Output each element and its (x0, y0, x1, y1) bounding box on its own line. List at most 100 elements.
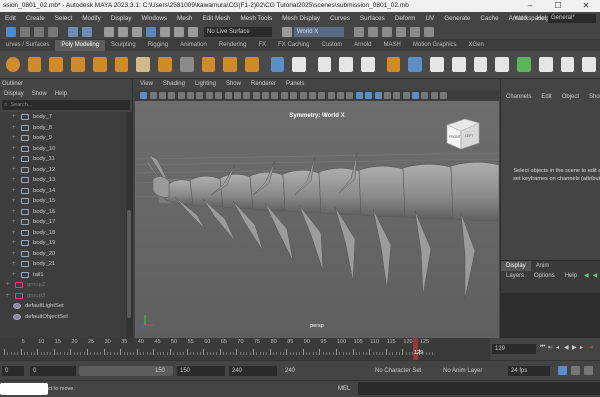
menu-mesh-display[interactable]: Mesh Display (277, 12, 325, 25)
shelf-tab-arnold[interactable]: Arnold (348, 40, 377, 51)
expand-icon[interactable]: + (12, 177, 18, 183)
xray-joints-icon[interactable] (374, 92, 382, 99)
film-gate-icon[interactable] (205, 92, 213, 99)
expand-icon[interactable]: + (12, 209, 18, 215)
safe-title-icon[interactable] (252, 92, 260, 99)
shelf-tab-rigging[interactable]: Rigging (142, 40, 174, 51)
outliner-menu-show[interactable]: Show (28, 89, 51, 99)
backface-culling-icon[interactable] (383, 92, 391, 99)
sweep-mesh-icon[interactable] (201, 57, 216, 72)
symmetry-dropdown[interactable]: World X (294, 27, 344, 37)
textured-icon[interactable] (290, 92, 298, 99)
grid-icon[interactable] (196, 92, 204, 99)
bridge-icon[interactable] (408, 57, 423, 72)
shadows-icon[interactable] (308, 92, 316, 99)
smooth-icon[interactable] (317, 57, 332, 72)
menu-edit-mesh[interactable]: Edit Mesh (197, 12, 235, 25)
outliner-item[interactable]: + group2 (0, 280, 126, 291)
menu-mesh[interactable]: Mesh (172, 12, 197, 25)
expand-icon[interactable]: + (12, 272, 18, 278)
poly-disc-icon[interactable] (136, 57, 151, 72)
multi-cut-icon[interactable] (473, 57, 488, 72)
render-frame-icon[interactable] (368, 27, 378, 37)
outliner-menu-help[interactable]: Help (51, 89, 71, 99)
time-slider-track[interactable]: 5 10 15 20 25 30 35 40 45 50 55 60 65 70 75 80 85 90 95 100… (0, 338, 490, 360)
svg-tool-icon[interactable] (245, 57, 259, 72)
expand-icon[interactable]: + (12, 251, 18, 257)
viewport-menu-show[interactable]: Show (221, 79, 246, 90)
expand-icon[interactable]: + (12, 198, 18, 204)
playback-end-field[interactable]: 150 (177, 366, 225, 376)
outliner-item[interactable]: + body_14 (0, 186, 126, 197)
menu-surfaces[interactable]: Surfaces (355, 12, 390, 25)
go-to-start-icon[interactable]: ⏮ (540, 344, 548, 351)
uv-editor-icon[interactable] (538, 57, 553, 72)
select-object-icon[interactable] (118, 27, 128, 37)
anim-end-field[interactable]: 240 (229, 366, 277, 376)
step-forward-frame-icon[interactable]: ▸ (580, 344, 588, 351)
planar-map-icon[interactable] (560, 57, 575, 72)
snap-point-icon[interactable] (174, 27, 184, 37)
outliner-item[interactable]: + body_12 (0, 165, 126, 176)
outliner-item[interactable]: + body_11 (0, 154, 126, 165)
viewport-settings-icon[interactable] (440, 92, 448, 99)
separate-icon[interactable] (292, 57, 306, 72)
2d-pan-icon[interactable] (177, 92, 185, 99)
type-tool-icon[interactable] (223, 57, 238, 72)
viewcube[interactable]: FRONT LEFT (446, 118, 480, 150)
fps-dropdown[interactable]: 24 fps (508, 366, 550, 376)
select-component-icon[interactable] (132, 27, 142, 37)
smooth-shade-icon[interactable] (271, 92, 279, 99)
menu-modify[interactable]: Modify (77, 12, 106, 25)
outliner-item[interactable]: + tail1 (0, 270, 126, 281)
maximize-icon[interactable]: ☐ (544, 0, 572, 12)
resolution-gate-icon[interactable] (215, 92, 223, 99)
mel-input[interactable] (358, 382, 600, 395)
loop-icon[interactable] (558, 366, 567, 375)
outliner-scrollbar[interactable] (126, 112, 132, 338)
step-back-key-icon[interactable]: ⇤ (548, 344, 556, 351)
snap-grid-icon[interactable] (146, 27, 156, 37)
render-settings-icon[interactable] (396, 27, 406, 37)
insert-edgeloop-icon[interactable] (451, 57, 466, 72)
menu-cache[interactable]: Cache (475, 12, 503, 25)
expand-icon[interactable]: + (12, 230, 18, 236)
shelf-tab-urves-surfaces[interactable]: urves / Surfaces (0, 40, 55, 51)
menu-deform[interactable]: Deform (390, 12, 421, 25)
viewport-menu-panels[interactable]: Panels (281, 79, 309, 90)
object-menu[interactable]: Object (557, 90, 584, 104)
expand-icon[interactable]: + (12, 188, 18, 194)
menu-create[interactable]: Create (21, 12, 50, 25)
extrude-icon[interactable] (386, 57, 401, 72)
select-camera-icon[interactable] (140, 92, 148, 99)
expand-icon[interactable]: + (12, 240, 18, 246)
auto-key-icon[interactable] (571, 366, 580, 375)
exposure-icon[interactable] (393, 92, 401, 99)
edit-menu[interactable]: Edit (536, 90, 556, 104)
motion-blur-icon[interactable] (327, 92, 335, 99)
shelf-tab-motion-graphics[interactable]: Motion Graphics (407, 40, 463, 51)
poly-cube-icon[interactable] (27, 57, 42, 72)
playback-start-field[interactable]: 0 (30, 366, 76, 376)
poly-torus-icon[interactable] (92, 57, 107, 72)
outliner-item[interactable]: + body_8 (0, 123, 126, 134)
gate-mask-icon[interactable] (224, 92, 232, 99)
layers-menu[interactable]: Layers (501, 271, 529, 282)
channels-menu[interactable]: Channels (501, 90, 536, 104)
expand-icon[interactable]: + (12, 135, 18, 141)
expand-icon[interactable]: + (6, 293, 12, 299)
shelf-tab-fx[interactable]: FX (252, 40, 272, 51)
step-back-frame-icon[interactable]: ◂ (556, 344, 564, 351)
viewport-renderer-icon[interactable] (430, 92, 438, 99)
viewport-menu-lighting[interactable]: Lighting (190, 79, 221, 90)
shelf-tab-animation[interactable]: Animation (174, 40, 213, 51)
menu-mesh-tools[interactable]: Mesh Tools (235, 12, 277, 25)
outliner-item[interactable]: + body_15 (0, 196, 126, 207)
mirror-icon[interactable] (339, 57, 354, 72)
menu-curves[interactable]: Curves (325, 12, 355, 25)
menu-generate[interactable]: Generate (439, 12, 475, 25)
expand-icon[interactable]: + (12, 125, 18, 131)
play-forwards-icon[interactable]: ▶ (572, 344, 580, 351)
time-slider[interactable]: 5 10 15 20 25 30 35 40 45 50 55 60 65 70 75 80 85 90 95 100… (0, 338, 600, 360)
anti-aliasing-icon[interactable] (337, 92, 345, 99)
